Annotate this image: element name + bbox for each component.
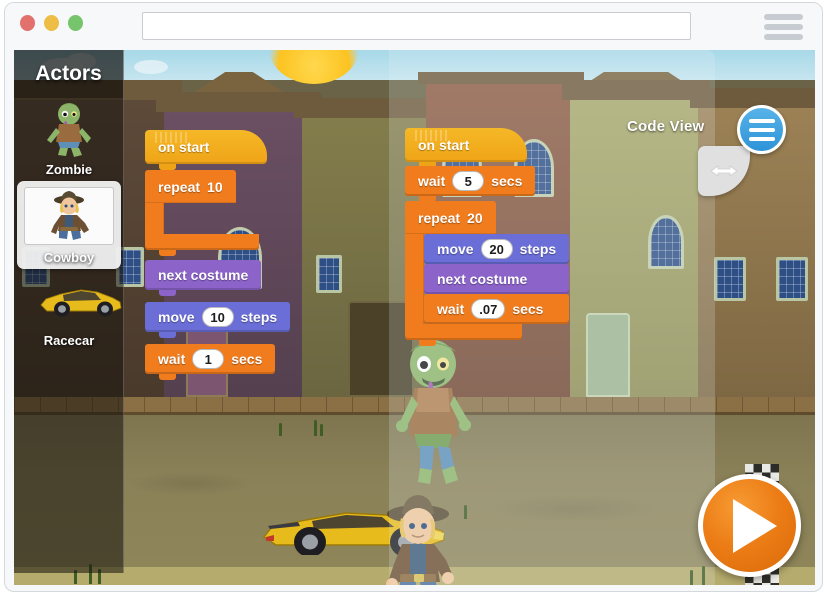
- wait-block[interactable]: wait 5 secs: [405, 166, 536, 202]
- building-roof: [418, 72, 584, 84]
- hamburger-icon: [748, 118, 775, 123]
- window-shape: [776, 257, 808, 301]
- hat-block-on-start[interactable]: on start: [405, 128, 527, 168]
- hamburger-icon: [764, 24, 803, 30]
- repeat-block-slot[interactable]: move 20 steps next costume wait .07 secs: [424, 234, 570, 330]
- grass-tuft: [279, 423, 282, 436]
- wait-seconds-field[interactable]: .07: [471, 299, 506, 319]
- wait-suffix-label: secs: [512, 301, 544, 317]
- script-left[interactable]: on start repeat 10 next costume move 10 …: [145, 130, 291, 380]
- sidebar-item-label: Zombie: [45, 162, 93, 177]
- wait-label: wait: [418, 173, 446, 189]
- repeat-label: repeat: [158, 178, 201, 195]
- repeat-block[interactable]: repeat 20 move 20 steps next costume wai…: [405, 201, 570, 346]
- wait-block[interactable]: wait .07 secs: [424, 294, 570, 330]
- building-roof: [294, 98, 442, 118]
- play-triangle-icon: [732, 498, 777, 553]
- hamburger-icon: [764, 14, 803, 20]
- traffic-lights: [20, 15, 83, 31]
- sidebar-item-label: Cowboy: [43, 250, 95, 265]
- grass-tuft: [464, 505, 467, 519]
- sidebar-item-racecar[interactable]: Racecar: [14, 269, 124, 352]
- browser-menu-button[interactable]: [764, 14, 803, 40]
- close-button[interactable]: [20, 15, 35, 31]
- building-roof: [690, 88, 815, 108]
- url-bar[interactable]: [142, 12, 691, 40]
- hamburger-icon: [764, 34, 803, 40]
- sidebar-item-zombie[interactable]: Zombie: [14, 98, 124, 181]
- repeat-block-header[interactable]: repeat 10: [145, 170, 236, 203]
- hat-comb-decoration: [155, 132, 189, 143]
- repeat-block-arm: [145, 203, 164, 234]
- wait-suffix-label: secs: [491, 173, 523, 189]
- url-input[interactable]: [143, 13, 690, 39]
- move-block[interactable]: move 10 steps: [145, 302, 291, 338]
- play-button[interactable]: [698, 474, 801, 577]
- repeat-block-body[interactable]: move 20 steps next costume wait .07 secs: [405, 234, 570, 330]
- door-shape: [586, 313, 630, 397]
- browser-titlebar: [5, 3, 822, 49]
- window-shape: [648, 215, 684, 269]
- repeat-block-arm: [405, 234, 424, 324]
- racecar-thumbnail-icon: [37, 281, 122, 337]
- repeat-block-foot: [145, 234, 259, 256]
- repeat-count-field[interactable]: 10: [207, 179, 223, 195]
- game-stage[interactable]: on start repeat 10 next costume move 10 …: [14, 50, 815, 585]
- building: [562, 72, 710, 397]
- window-shape: [714, 257, 746, 301]
- move-steps-field[interactable]: 20: [480, 239, 513, 259]
- sidebar-item-cowboy[interactable]: Cowboy: [17, 181, 121, 269]
- grass-tuft: [320, 424, 323, 436]
- repeat-count-field[interactable]: 20: [467, 210, 483, 226]
- move-label: move: [437, 241, 474, 257]
- repeat-block-slot[interactable]: [164, 203, 250, 234]
- wait-block[interactable]: wait 1 secs: [145, 344, 276, 380]
- wait-seconds-field[interactable]: 1: [192, 349, 225, 369]
- move-suffix-label: steps: [519, 241, 557, 257]
- zombie-sprite[interactable]: [392, 338, 474, 486]
- grass-tuft: [314, 420, 317, 436]
- repeat-block[interactable]: repeat 10: [145, 170, 290, 256]
- cowboy-thumbnail-icon: [37, 189, 101, 245]
- zombie-thumbnail-icon: [37, 102, 101, 158]
- hat-block-on-start[interactable]: on start: [145, 130, 267, 170]
- move-suffix-label: steps: [240, 309, 278, 325]
- repeat-label: repeat: [418, 209, 461, 226]
- cowboy-sprite[interactable]: [374, 490, 458, 585]
- minimize-button[interactable]: [44, 15, 59, 31]
- maximize-button[interactable]: [68, 15, 83, 31]
- grass-tuft: [702, 566, 705, 585]
- next-costume-label: next costume: [158, 267, 249, 283]
- stage-menu-button[interactable]: [737, 105, 786, 154]
- wait-seconds-field[interactable]: 5: [452, 171, 485, 191]
- hamburger-icon: [748, 136, 775, 141]
- grass-tuft: [690, 570, 693, 585]
- repeat-block-foot: [405, 324, 522, 346]
- repeat-block-header[interactable]: repeat 20: [405, 201, 496, 234]
- move-block[interactable]: move 20 steps: [424, 234, 570, 270]
- script-right[interactable]: on start wait 5 secs repeat 20 move 20 s…: [405, 128, 570, 346]
- sidebar-item-label: Racecar: [43, 333, 95, 348]
- code-view-label: Code View: [627, 118, 705, 135]
- wait-label: wait: [437, 301, 465, 317]
- wait-label: wait: [158, 351, 186, 367]
- browser-window: on start repeat 10 next costume move 10 …: [4, 2, 823, 592]
- horizontal-resize-arrows-icon: [710, 165, 738, 177]
- window-shape: [316, 255, 342, 293]
- hat-comb-decoration: [415, 130, 449, 141]
- next-costume-block[interactable]: next costume: [145, 260, 262, 296]
- next-costume-label: next costume: [437, 271, 528, 287]
- hamburger-icon: [748, 127, 775, 132]
- move-steps-field[interactable]: 10: [201, 307, 234, 327]
- wait-suffix-label: secs: [231, 351, 263, 367]
- move-label: move: [158, 309, 195, 325]
- repeat-block-body[interactable]: [145, 203, 290, 234]
- next-costume-block[interactable]: next costume: [424, 264, 570, 300]
- building-roof: [562, 80, 710, 100]
- actors-panel-title: Actors: [14, 50, 123, 98]
- actors-sidebar: Actors Zombie Cowboy Racecar: [14, 50, 124, 573]
